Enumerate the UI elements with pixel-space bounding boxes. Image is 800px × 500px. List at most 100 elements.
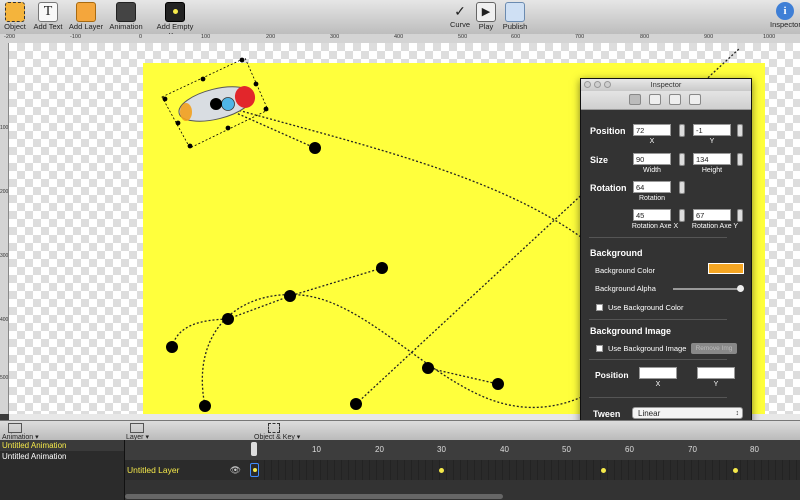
control-point[interactable] — [199, 400, 211, 412]
control-point[interactable] — [422, 362, 434, 374]
background-heading: Background — [590, 248, 643, 258]
object-button[interactable]: Object — [2, 2, 28, 32]
animation-item[interactable]: Untitled Animation — [0, 451, 124, 462]
ruler-tick: 900 — [704, 34, 714, 40]
object-key-menu[interactable]: Object & Key ▾ — [254, 423, 300, 441]
frame-label: 30 — [437, 445, 446, 454]
frame-label: 20 — [375, 445, 384, 454]
control-point[interactable] — [222, 313, 234, 325]
use-background-color-checkbox[interactable] — [596, 304, 603, 311]
background-color-swatch[interactable] — [708, 263, 744, 274]
add-text-button[interactable]: T Add Text — [32, 2, 64, 32]
frame-label: 80 — [750, 445, 759, 454]
ruler-tick: 400 — [394, 34, 404, 40]
add-layer-button[interactable]: Add Layer — [68, 2, 104, 32]
keyframe-dot[interactable] — [439, 468, 444, 473]
height-input[interactable]: 134 — [693, 153, 731, 165]
control-point[interactable] — [376, 262, 388, 274]
control-point[interactable] — [492, 378, 504, 390]
bg-x-label: X — [655, 381, 661, 388]
background-color-label: Background Color — [595, 266, 656, 275]
inspector-title: Inspector — [650, 80, 682, 89]
tab-image[interactable] — [669, 94, 681, 105]
layer-item[interactable]: Untitled Layer 👁 — [125, 460, 245, 480]
rotation-axe-x-input[interactable]: 45 — [633, 209, 671, 221]
position-y-stepper[interactable] — [737, 124, 743, 137]
add-empty-key-button[interactable]: Add Empty Key — [150, 2, 200, 40]
control-point[interactable] — [284, 290, 296, 302]
tab-object[interactable] — [629, 94, 641, 105]
timeline-scrollbar[interactable] — [125, 494, 503, 499]
rotation-stepper[interactable] — [679, 181, 685, 194]
keyframe-dot[interactable] — [601, 468, 606, 473]
film-icon — [8, 423, 22, 433]
control-point[interactable] — [166, 341, 178, 353]
use-background-image-checkbox[interactable] — [596, 345, 603, 352]
tab-layer[interactable] — [649, 94, 661, 105]
tween-select[interactable]: Linear ↕ — [632, 407, 743, 419]
inspector-button[interactable]: i Inspector — [770, 2, 800, 32]
publish-button[interactable]: Publish — [502, 2, 528, 32]
play-button[interactable]: ▶ Play — [476, 2, 496, 32]
control-point[interactable] — [309, 142, 321, 154]
inspector-titlebar[interactable]: Inspector — [581, 79, 751, 91]
slider-knob[interactable] — [737, 285, 744, 292]
height-stepper[interactable] — [737, 153, 743, 166]
close-button[interactable] — [584, 81, 591, 88]
playhead[interactable] — [251, 442, 257, 456]
animation-button[interactable]: Animation — [108, 2, 144, 32]
curve-button[interactable]: ✓ Curve — [448, 2, 472, 32]
frame-label: 70 — [688, 445, 697, 454]
ruler-tick: 100 — [0, 125, 9, 131]
width-label: Width — [643, 167, 661, 174]
keyframe-dot[interactable] — [733, 468, 738, 473]
use-background-image-label: Use Background Image — [608, 344, 687, 353]
bg-position-y-input[interactable] — [697, 367, 735, 379]
animation-menu[interactable]: Animation ▾ — [2, 423, 39, 441]
position-x-input[interactable]: 72 — [633, 124, 671, 136]
ruler-tick: -100 — [70, 34, 82, 40]
rotation-axe-x-stepper[interactable] — [679, 209, 685, 222]
control-point[interactable] — [350, 398, 362, 410]
rotation-heading: Rotation — [590, 183, 627, 193]
ruler-tick: 800 — [640, 34, 650, 40]
position-y-input[interactable]: -1 — [693, 124, 731, 136]
zoom-button[interactable] — [604, 81, 611, 88]
background-alpha-label: Background Alpha — [595, 284, 656, 293]
eye-icon[interactable]: 👁 — [230, 460, 241, 480]
frame-label: 50 — [562, 445, 571, 454]
width-stepper[interactable] — [679, 153, 685, 166]
timeline-ruler[interactable]: 10 20 30 40 50 60 70 80 — [125, 440, 800, 460]
minimize-button[interactable] — [594, 81, 601, 88]
rotation-input[interactable]: 64 — [633, 181, 671, 193]
animation-item[interactable]: Untitled Animation — [0, 440, 124, 451]
ruler-tick: 300 — [0, 253, 9, 259]
rotation-axe-y-label: Rotation Axe Y — [691, 223, 739, 230]
object-icon — [268, 423, 280, 433]
layer-menu[interactable]: Layer ▾ — [126, 423, 149, 441]
publish-icon — [505, 2, 525, 22]
frame-label: 10 — [312, 445, 321, 454]
frame-label: 60 — [625, 445, 634, 454]
position-x-stepper[interactable] — [679, 124, 685, 137]
ruler-tick: 500 — [458, 34, 468, 40]
ruler-tick: 100 — [201, 34, 211, 40]
rotation-axe-y-input[interactable]: 67 — [693, 209, 731, 221]
background-alpha-slider[interactable] — [673, 285, 744, 292]
tab-text[interactable] — [689, 94, 701, 105]
bg-position-x-input[interactable] — [639, 367, 677, 379]
rotation-axe-y-stepper[interactable] — [737, 209, 743, 222]
selected-keyframe[interactable] — [250, 463, 259, 477]
film-icon — [116, 2, 136, 22]
play-icon: ▶ — [476, 2, 496, 22]
bottom-toolbar: Animation ▾ Layer ▾ Object & Key ▾ — [0, 420, 800, 441]
vertical-ruler: 100 200 300 400 500 — [0, 43, 9, 414]
remove-img-button[interactable]: Remove Img — [691, 343, 737, 354]
keyframe-dot — [252, 468, 257, 472]
tween-heading: Tween — [593, 409, 621, 419]
height-label: Height — [701, 167, 723, 174]
x-label: X — [649, 138, 655, 145]
ruler-tick: 500 — [0, 375, 9, 381]
curve-icon: ✓ — [454, 3, 466, 19]
width-input[interactable]: 90 — [633, 153, 671, 165]
